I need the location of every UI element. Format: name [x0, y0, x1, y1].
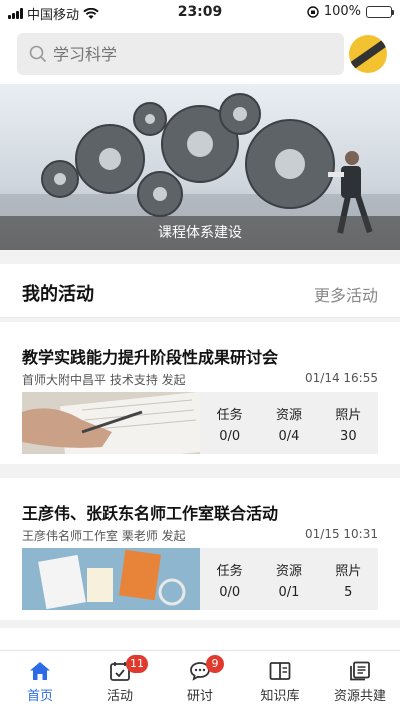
activities-header: 我的活动 更多活动 [0, 264, 400, 318]
stat-photos: 照片 30 [335, 408, 362, 444]
stat-tasks: 任务 0/0 [216, 408, 243, 444]
stat-tasks: 任务 0/0 [216, 564, 243, 600]
activity-thumbnail [22, 392, 200, 454]
activity-stats: 任务 0/0 资源 0/4 照片 30 [200, 392, 378, 454]
activity-thumbnail [22, 548, 200, 610]
status-right: 100% [307, 4, 394, 19]
battery-icon [366, 5, 394, 18]
notification-badge: 11 [126, 655, 148, 673]
tab-label: 首页 [26, 689, 53, 704]
stat-resources: 资源 0/4 [275, 408, 302, 444]
banner[interactable]: 课程体系建设 [0, 84, 400, 250]
activity-date: 01/15 10:31 [305, 527, 378, 541]
activity-card[interactable]: 王彦伟、张跃东名师工作室联合活动 王彦伟名师工作室 栗老师 发起 01/15 1… [0, 478, 400, 620]
home-icon [30, 662, 50, 680]
search-bar[interactable] [17, 33, 344, 75]
book-icon [269, 662, 291, 680]
activity-stats: 任务 0/0 资源 0/1 照片 5 [200, 548, 378, 610]
activity-title: 教学实践能力提升阶段性成果研讨会 [22, 348, 279, 367]
tab-resources[interactable]: 资源共建 [320, 651, 400, 710]
avatar[interactable] [349, 35, 387, 73]
tab-label: 活动 [106, 689, 133, 704]
resource-icon [350, 661, 370, 681]
tab-discussion[interactable]: 研讨 9 [160, 651, 240, 710]
activity-organizer: 首师大附中昌平 技术支持 发起 [22, 373, 186, 387]
search-input[interactable] [53, 44, 313, 64]
tab-home[interactable]: 首页 [0, 651, 80, 710]
status-bar: 中国移动 23:09 100% [0, 0, 400, 24]
activity-organizer: 王彦伟名师工作室 栗老师 发起 [22, 529, 186, 543]
section-title: 我的活动 [22, 284, 94, 305]
more-activities-link[interactable]: 更多活动 [314, 282, 378, 306]
banner-caption: 课程体系建设 [0, 216, 400, 250]
stat-photos: 照片 5 [335, 564, 362, 600]
activity-card[interactable]: 教学实践能力提升阶段性成果研讨会 首师大附中昌平 技术支持 发起 01/14 1… [0, 322, 400, 464]
tab-label: 知识库 [260, 689, 300, 704]
tab-knowledge-base[interactable]: 知识库 [240, 651, 320, 710]
notification-badge: 9 [206, 655, 224, 673]
tab-label: 资源共建 [333, 689, 386, 704]
orientation-lock-icon [307, 5, 319, 18]
tab-activities[interactable]: 活动 11 [80, 651, 160, 710]
tab-bar: 首页 活动 11 研讨 9 知识库 资源共建 [0, 650, 400, 710]
tab-label: 研讨 [186, 689, 213, 704]
search-icon [29, 45, 47, 63]
header [0, 24, 400, 84]
activity-card-partial[interactable] [0, 628, 400, 650]
activity-title: 王彦伟、张跃东名师工作室联合活动 [22, 504, 279, 523]
activity-date: 01/14 16:55 [305, 371, 378, 385]
battery-percent: 100% [323, 4, 361, 19]
stat-resources: 资源 0/1 [275, 564, 302, 600]
